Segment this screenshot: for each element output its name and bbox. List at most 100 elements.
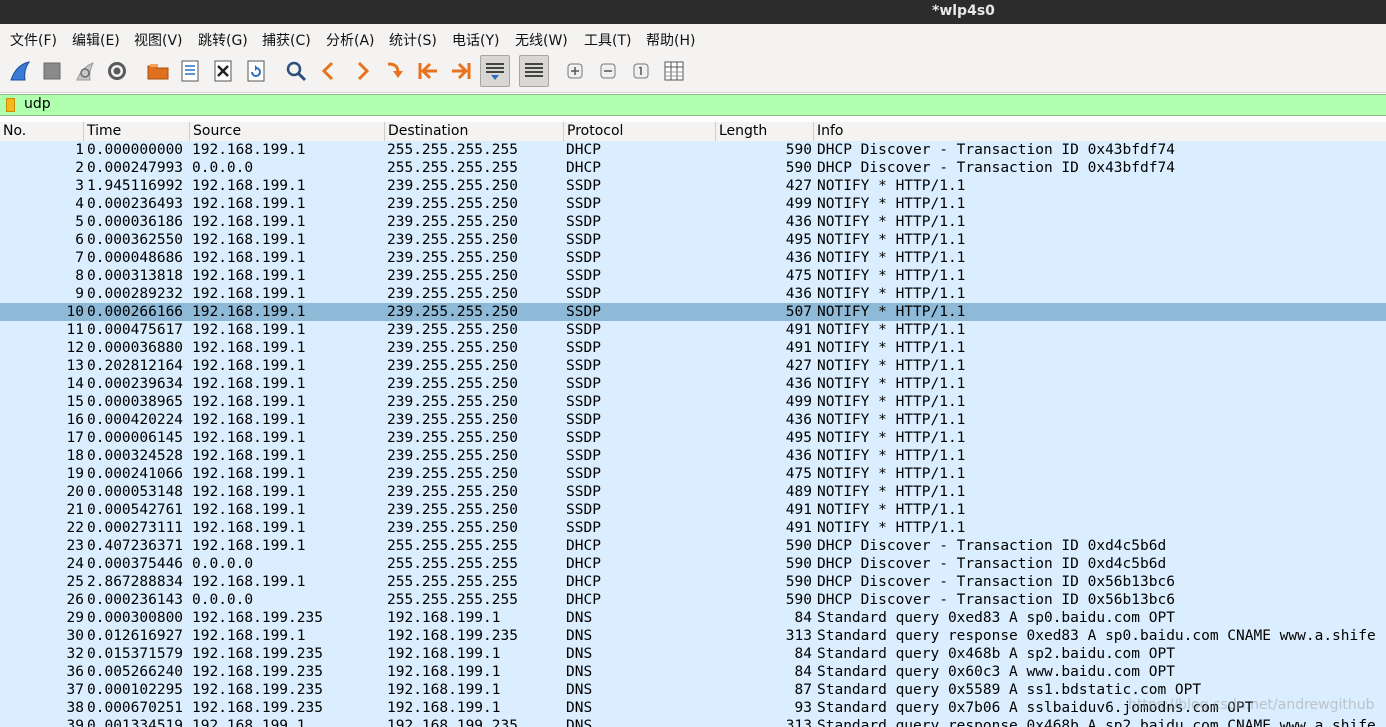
menu-wireless[interactable]: 无线(W) xyxy=(515,30,568,50)
packet-row[interactable]: 18 0.000324528 192.168.199.1 239.255.255.25… xyxy=(0,447,1386,465)
go-back-button[interactable] xyxy=(314,55,344,87)
packet-cell-proto: DHCP xyxy=(566,160,601,176)
go-to-packet-button[interactable] xyxy=(380,55,410,87)
packet-cell-proto: DNS xyxy=(566,664,593,680)
packet-row[interactable]: 24 0.000375446 0.0.0.0 255.255.255.255 DHCP 5… xyxy=(0,555,1386,573)
restart-capture-button[interactable] xyxy=(70,55,100,87)
column-header-source[interactable]: Source xyxy=(190,122,385,141)
packet-row[interactable]: 2 0.000247993 0.0.0.0 255.255.255.255 DHCP 59… xyxy=(0,159,1386,177)
packet-cell-len: 590 xyxy=(785,556,812,572)
packet-row[interactable]: 4 0.000236493 192.168.199.1 239.255.255.250… xyxy=(0,195,1386,213)
packet-row[interactable]: 14 0.000239634 192.168.199.1 239.255.255.25… xyxy=(0,375,1386,393)
colorize-toggle[interactable] xyxy=(519,55,549,87)
packet-cell-src: 192.168.199.1 xyxy=(192,142,306,158)
packet-row[interactable]: 15 0.000038965 192.168.199.1 239.255.255.25… xyxy=(0,393,1386,411)
packet-row[interactable]: 20 0.000053148 192.168.199.1 239.255.255.25… xyxy=(0,483,1386,501)
first-packet-button[interactable] xyxy=(413,55,443,87)
packet-row[interactable]: 26 0.000236143 0.0.0.0 255.255.255.255 DHCP 5… xyxy=(0,591,1386,609)
packet-cell-src: 192.168.199.1 xyxy=(192,196,306,212)
autoscroll-toggle[interactable] xyxy=(480,55,510,87)
packet-cell-len: 499 xyxy=(785,394,812,410)
packet-row[interactable]: 13 0.202812164 192.168.199.1 239.255.255.25… xyxy=(0,357,1386,375)
go-forward-button[interactable] xyxy=(347,55,377,87)
packet-cell-len: 590 xyxy=(785,574,812,590)
zoom-in-button[interactable] xyxy=(560,55,590,87)
column-header-no[interactable]: No. xyxy=(0,122,84,141)
packet-row[interactable]: 16 0.000420224 192.168.199.1 239.255.255.25… xyxy=(0,411,1386,429)
packet-row[interactable]: 23 0.407236371 192.168.199.1 255.255.255.25… xyxy=(0,537,1386,555)
packet-cell-time: 0.000236493 xyxy=(87,196,184,212)
packet-cell-info: DHCP Discover - Transaction ID 0x56b13bc… xyxy=(817,592,1175,608)
menu-tools[interactable]: 工具(T) xyxy=(584,30,631,50)
packet-row[interactable]: 8 0.000313818 192.168.199.1 239.255.255.250… xyxy=(0,267,1386,285)
packet-row[interactable]: 22 0.000273111 192.168.199.1 239.255.255.25… xyxy=(0,519,1386,537)
menu-telephony[interactable]: 电话(Y) xyxy=(452,30,499,50)
packet-row[interactable]: 1 0.000000000 192.168.199.1 255.255.255.255… xyxy=(0,141,1386,159)
capture-options-gear-icon xyxy=(108,62,126,80)
packet-row[interactable]: 11 0.000475617 192.168.199.1 239.255.255.25… xyxy=(0,321,1386,339)
packet-cell-proto: SSDP xyxy=(566,232,601,248)
packet-list[interactable]: 1 0.000000000 192.168.199.1 255.255.255.255… xyxy=(0,141,1386,727)
packet-row[interactable]: 9 0.000289232 192.168.199.1 239.255.255.250… xyxy=(0,285,1386,303)
packet-row[interactable]: 6 0.000362550 192.168.199.1 239.255.255.250… xyxy=(0,231,1386,249)
packet-cell-time: 0.000000000 xyxy=(87,142,184,158)
reload-file-button[interactable] xyxy=(241,55,271,87)
zoom-out-button[interactable] xyxy=(593,55,623,87)
packet-cell-proto: DNS xyxy=(566,610,593,626)
display-filter-input[interactable]: udp xyxy=(0,94,1386,116)
column-header-time[interactable]: Time xyxy=(84,122,190,141)
packet-row[interactable]: 3 1.945116992 192.168.199.1 239.255.255.250… xyxy=(0,177,1386,195)
packet-row[interactable]: 29 0.000300800 192.168.199.235 192.168.199.… xyxy=(0,609,1386,627)
packet-cell-proto: DHCP xyxy=(566,574,601,590)
menu-go[interactable]: 跳转(G) xyxy=(198,30,248,50)
menu-statistics[interactable]: 统计(S) xyxy=(389,30,437,50)
close-file-button[interactable] xyxy=(208,55,238,87)
packet-cell-proto: SSDP xyxy=(566,322,601,338)
menu-analyze[interactable]: 分析(A) xyxy=(326,30,375,50)
start-capture-button[interactable] xyxy=(5,55,35,87)
packet-cell-info: NOTIFY * HTTP/1.1 xyxy=(817,232,966,248)
packet-row[interactable]: 10 0.000266166 192.168.199.1 239.255.255.25… xyxy=(0,303,1386,321)
packet-row[interactable]: 7 0.000048686 192.168.199.1 239.255.255.250… xyxy=(0,249,1386,267)
find-packet-button[interactable] xyxy=(281,55,311,87)
menu-help[interactable]: 帮助(H) xyxy=(646,30,695,50)
packet-row[interactable]: 5 0.000036186 192.168.199.1 239.255.255.250… xyxy=(0,213,1386,231)
open-file-button[interactable] xyxy=(143,55,173,87)
column-header-length[interactable]: Length xyxy=(716,122,814,141)
last-packet-button[interactable] xyxy=(446,55,476,87)
column-header-destination[interactable]: Destination xyxy=(385,122,564,141)
packet-row[interactable]: 30 0.012616927 192.168.199.1 192.168.199.23… xyxy=(0,627,1386,645)
packet-cell-time: 0.000420224 xyxy=(87,412,184,428)
resize-columns-button[interactable] xyxy=(659,55,689,87)
packet-cell-time: 0.000236143 xyxy=(87,592,184,608)
save-file-button[interactable] xyxy=(175,55,205,87)
packet-cell-proto: DHCP xyxy=(566,556,601,572)
packet-row[interactable]: 21 0.000542761 192.168.199.1 239.255.255.25… xyxy=(0,501,1386,519)
packet-row[interactable]: 12 0.000036880 192.168.199.1 239.255.255.25… xyxy=(0,339,1386,357)
menu-view[interactable]: 视图(V) xyxy=(134,30,183,50)
column-header-protocol[interactable]: Protocol xyxy=(564,122,716,141)
packet-cell-proto: SSDP xyxy=(566,502,601,518)
column-header-info[interactable]: Info xyxy=(814,122,1386,141)
packet-row[interactable]: 39 0.001334519 192.168.199.1 192.168.199.23… xyxy=(0,717,1386,727)
packet-row[interactable]: 32 0.015371579 192.168.199.235 192.168.199.… xyxy=(0,645,1386,663)
packet-cell-proto: SSDP xyxy=(566,268,601,284)
stop-capture-button[interactable] xyxy=(37,55,67,87)
packet-cell-src: 192.168.199.1 xyxy=(192,466,306,482)
menu-file[interactable]: 文件(F) xyxy=(10,30,57,50)
packet-cell-len: 313 xyxy=(785,718,812,727)
packet-row[interactable]: 25 2.867288834 192.168.199.1 255.255.255.25… xyxy=(0,573,1386,591)
normal-size-button[interactable] xyxy=(626,55,656,87)
packet-cell-len: 495 xyxy=(785,232,812,248)
packet-row[interactable]: 17 0.000006145 192.168.199.1 239.255.255.25… xyxy=(0,429,1386,447)
filter-bookmark-icon[interactable] xyxy=(6,98,15,112)
packet-cell-info: NOTIFY * HTTP/1.1 xyxy=(817,394,966,410)
window-titlebar: *wlp4s0 xyxy=(0,0,1386,24)
packet-row[interactable]: 19 0.000241066 192.168.199.1 239.255.255.25… xyxy=(0,465,1386,483)
display-filter-value: udp xyxy=(24,96,51,112)
menu-capture[interactable]: 捕获(C) xyxy=(262,30,311,50)
menu-edit[interactable]: 编辑(E) xyxy=(72,30,120,50)
packet-row[interactable]: 36 0.005266240 192.168.199.235 192.168.199.… xyxy=(0,663,1386,681)
packet-cell-dst: 192.168.199.1 xyxy=(387,682,501,698)
capture-options-button[interactable] xyxy=(102,55,132,87)
